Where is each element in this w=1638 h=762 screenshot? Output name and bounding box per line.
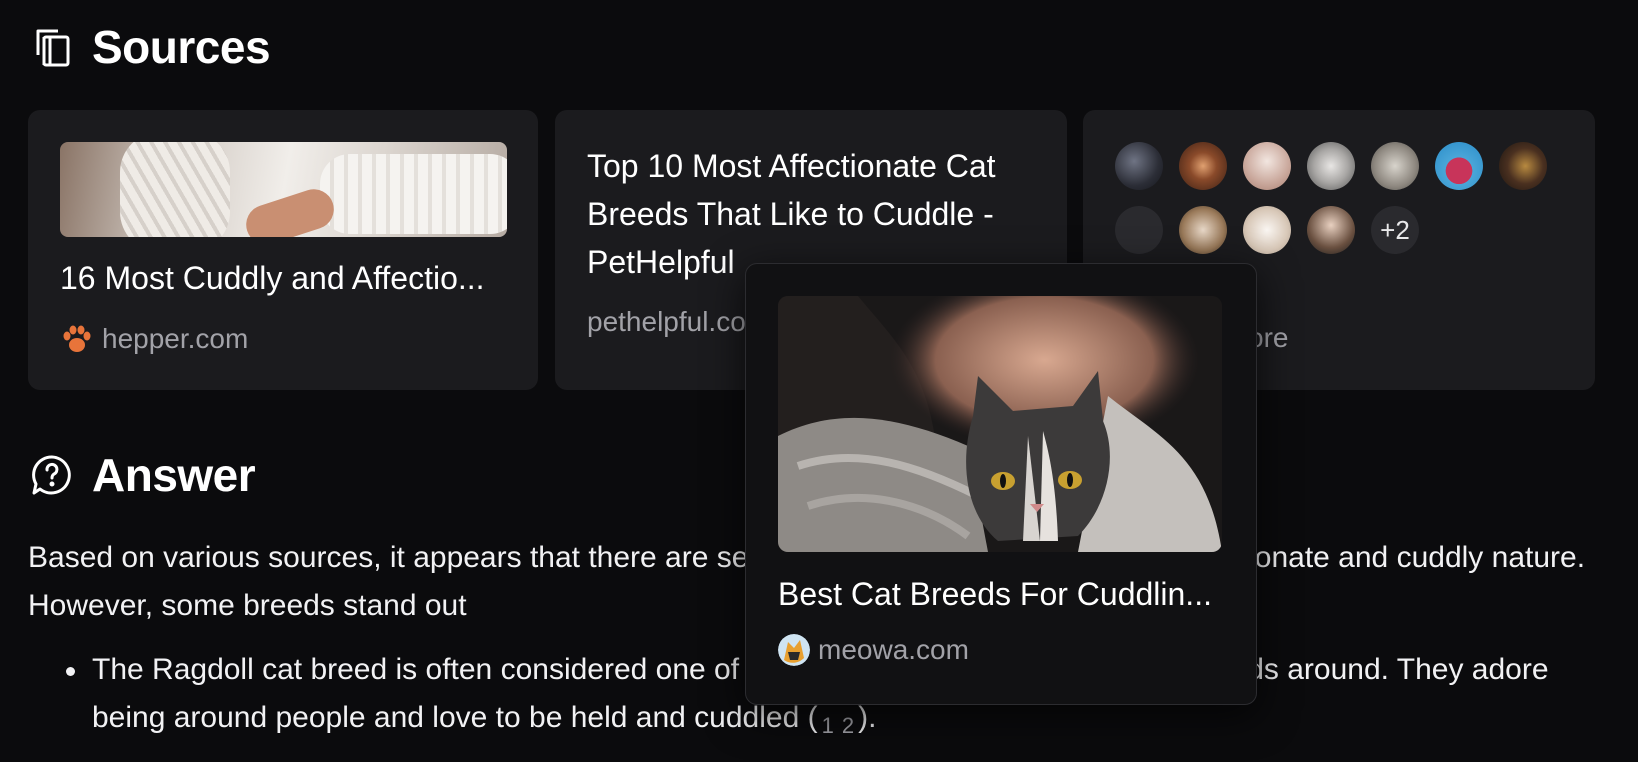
source-thumbnail [60, 142, 507, 237]
answer-title: Answer [92, 449, 256, 501]
meowa-logo-icon [778, 634, 810, 666]
answer-header: Answer [28, 448, 256, 502]
source-preview-image [778, 296, 1222, 552]
source-avatar [1179, 206, 1227, 254]
source-preview-domain: meowa.com [818, 634, 969, 665]
bullet-end: ). [858, 701, 877, 734]
source-avatar [1499, 142, 1547, 190]
source-card-domain-row: pethelpful.com [587, 306, 769, 338]
more-sources-count: +2 [1371, 206, 1419, 254]
source-preview-title: Best Cat Breeds For Cuddlin... [778, 576, 1212, 612]
source-avatar [1435, 142, 1483, 190]
sources-header: Sources [28, 20, 271, 74]
answer-icon [28, 451, 76, 499]
source-card-domain-row: hepper.com [60, 322, 248, 356]
citation-link[interactable]: 1 [822, 713, 834, 738]
sources-title: Sources [92, 21, 271, 73]
source-avatar [1115, 142, 1163, 190]
source-card-title: 16 Most Cuddly and Affectio... [60, 260, 485, 296]
source-domain: pethelpful.com [587, 306, 770, 337]
paw-icon [60, 322, 94, 356]
source-avatar [1243, 142, 1291, 190]
sources-icon [28, 23, 76, 71]
source-avatar [1243, 206, 1291, 254]
source-avatar [1307, 206, 1355, 254]
source-domain: hepper.com [102, 323, 249, 354]
source-avatar [1179, 142, 1227, 190]
source-card-hepper[interactable]: 16 Most Cuddly and Affectio... hepper.co… [28, 110, 538, 390]
perplexity-answer-page: Sources 16 Most Cuddly and Affectio... h… [0, 0, 1638, 762]
citation-link[interactable]: 2 [842, 713, 854, 738]
source-avatar [1371, 142, 1419, 190]
source-preview-popover[interactable]: Best Cat Breeds For Cuddlin... meowa.com [745, 263, 1257, 705]
source-avatar [1307, 142, 1355, 190]
source-avatar [1115, 206, 1163, 254]
source-preview-domain-row: meowa.com [778, 634, 969, 666]
